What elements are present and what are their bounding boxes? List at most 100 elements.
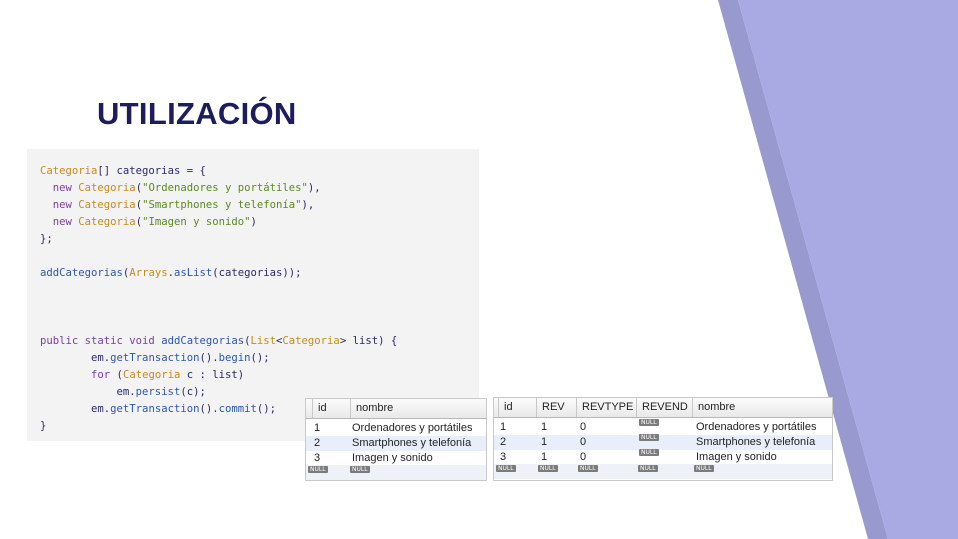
cell-id: 1 — [500, 421, 507, 433]
code-token: asList — [173, 267, 213, 279]
cell-revtype: 0 — [580, 451, 587, 463]
cell-id: 3 — [500, 451, 507, 463]
null-badge: NULL — [694, 465, 714, 472]
cell-id: 1 — [314, 422, 321, 434]
cell-nombre: Imagen y sonido — [352, 452, 433, 464]
column-header-revend[interactable]: REVEND — [636, 398, 692, 417]
column-header-nombre[interactable]: nombre — [692, 398, 832, 417]
code-token: [] categorias = { — [97, 165, 206, 177]
cell-nombre: Imagen y sonido — [696, 451, 777, 463]
code-token: "Imagen y sonido" — [142, 216, 251, 228]
code-token: "Ordenadores y portátiles" — [142, 182, 308, 194]
code-token: em. — [40, 386, 136, 398]
code-token: getTransaction — [110, 352, 200, 364]
code-token: }; — [40, 233, 53, 245]
code-token: new — [40, 216, 79, 228]
code-token: Categoria — [122, 369, 181, 381]
new-row[interactable]: NULL NULL NULL NULL NULL — [494, 464, 832, 479]
code-token: > list) { — [339, 335, 398, 347]
null-badge: NULL — [578, 465, 598, 472]
cell-nombre: Ordenadores y portátiles — [352, 422, 473, 434]
code-token: ) — [250, 216, 257, 228]
null-badge: NULL — [638, 465, 658, 472]
code-line: em.getTransaction().commit(); — [40, 402, 276, 416]
null-badge: NULL — [538, 465, 558, 472]
null-badge: NULL — [350, 466, 370, 473]
cell-rev: 1 — [541, 421, 548, 433]
code-token: (). — [199, 352, 219, 364]
code-line: addCategorias(Arrays.asList(categorias))… — [40, 266, 302, 280]
cell-rev: 1 — [541, 436, 548, 448]
code-token: ), — [307, 182, 321, 194]
cell-rev: 1 — [541, 451, 548, 463]
code-token: (categorias)); — [212, 267, 302, 279]
table-row[interactable]: 3 Imagen y sonido — [306, 451, 486, 466]
code-token: List — [250, 335, 277, 347]
table-row[interactable]: 3 1 0 NULL Imagen y sonido — [494, 449, 832, 465]
cell-id: 2 — [314, 437, 321, 449]
code-token: (c); — [180, 386, 206, 398]
column-header-revtype[interactable]: REVTYPE — [576, 398, 636, 417]
cell-id: 2 — [500, 436, 507, 448]
code-token: public static void — [40, 335, 162, 347]
code-token: new — [40, 199, 79, 211]
cell-revtype: 0 — [580, 421, 587, 433]
code-line: new Categoria("Imagen y sonido") — [40, 215, 257, 229]
table-categorias: id nombre 1 Ordenadores y portátiles 2 Smar… — [305, 398, 487, 481]
null-badge: NULL — [496, 465, 516, 472]
code-token: new — [40, 182, 79, 194]
null-badge: NULL — [639, 419, 659, 426]
new-row[interactable]: NULL NULL — [306, 465, 486, 480]
code-token: addCategorias — [40, 267, 123, 279]
column-header-id[interactable]: id — [312, 399, 350, 418]
cell-nombre: Smartphones y telefonía — [352, 437, 472, 449]
code-token: "Smartphones y telefonía" — [142, 199, 302, 211]
table-row[interactable]: 2 Smartphones y telefonía — [306, 436, 486, 451]
code-line: em.persist(c); — [40, 385, 206, 399]
code-line: Categoria[] categorias = { — [40, 164, 206, 178]
table-row[interactable]: 2 1 0 NULL Smartphones y telefonía — [494, 434, 832, 450]
code-line: } — [40, 419, 46, 433]
cell-nombre: Ordenadores y portátiles — [696, 421, 817, 433]
code-token: (). — [199, 403, 219, 415]
code-token: Categoria — [40, 165, 98, 177]
code-token: getTransaction — [110, 403, 200, 415]
null-badge: NULL — [639, 449, 659, 456]
code-line: for (Categoria c : list) — [40, 368, 244, 382]
code-token: Arrays — [129, 267, 168, 279]
code-token: Categoria — [78, 199, 136, 211]
code-token: (); — [250, 352, 270, 364]
code-token: } — [40, 420, 47, 432]
table-header: id nombre — [306, 399, 486, 419]
table-header: id REV REVTYPE REVEND nombre — [494, 398, 832, 418]
code-token: persist — [135, 386, 181, 398]
code-line: new Categoria("Smartphones y telefonía")… — [40, 198, 315, 212]
code-token: c : list) — [180, 369, 245, 381]
code-token: for — [40, 369, 117, 381]
code-token: (); — [256, 403, 277, 415]
column-header-nombre[interactable]: nombre — [350, 399, 486, 418]
code-token: commit — [218, 403, 257, 415]
code-line: }; — [40, 232, 53, 246]
cell-id: 3 — [314, 452, 321, 464]
cell-nombre: Smartphones y telefonía — [696, 436, 816, 448]
null-badge: NULL — [308, 466, 328, 473]
column-header-id[interactable]: id — [498, 398, 536, 417]
table-row[interactable]: 1 Ordenadores y portátiles — [306, 421, 486, 436]
code-token: em. — [40, 352, 111, 364]
code-token: Categoria — [282, 335, 340, 347]
code-line: new Categoria("Ordenadores y portátiles"… — [40, 181, 321, 195]
code-line: em.getTransaction().begin(); — [40, 351, 270, 365]
code-token: begin — [218, 352, 251, 364]
code-token: Categoria — [78, 216, 136, 228]
column-header-rev[interactable]: REV — [536, 398, 576, 417]
code-token: em. — [40, 403, 111, 415]
code-line: public static void addCategorias(List<Ca… — [40, 334, 397, 348]
null-badge: NULL — [639, 434, 659, 441]
code-token: ), — [301, 199, 315, 211]
slide-title: UTILIZACIÓN — [97, 96, 297, 131]
code-token: addCategorias — [161, 335, 245, 347]
cell-revtype: 0 — [580, 436, 587, 448]
table-categorias-aud: id REV REVTYPE REVEND nombre 1 1 0 NULL Orde… — [493, 397, 833, 481]
table-row[interactable]: 1 1 0 NULL Ordenadores y portátiles — [494, 419, 832, 435]
